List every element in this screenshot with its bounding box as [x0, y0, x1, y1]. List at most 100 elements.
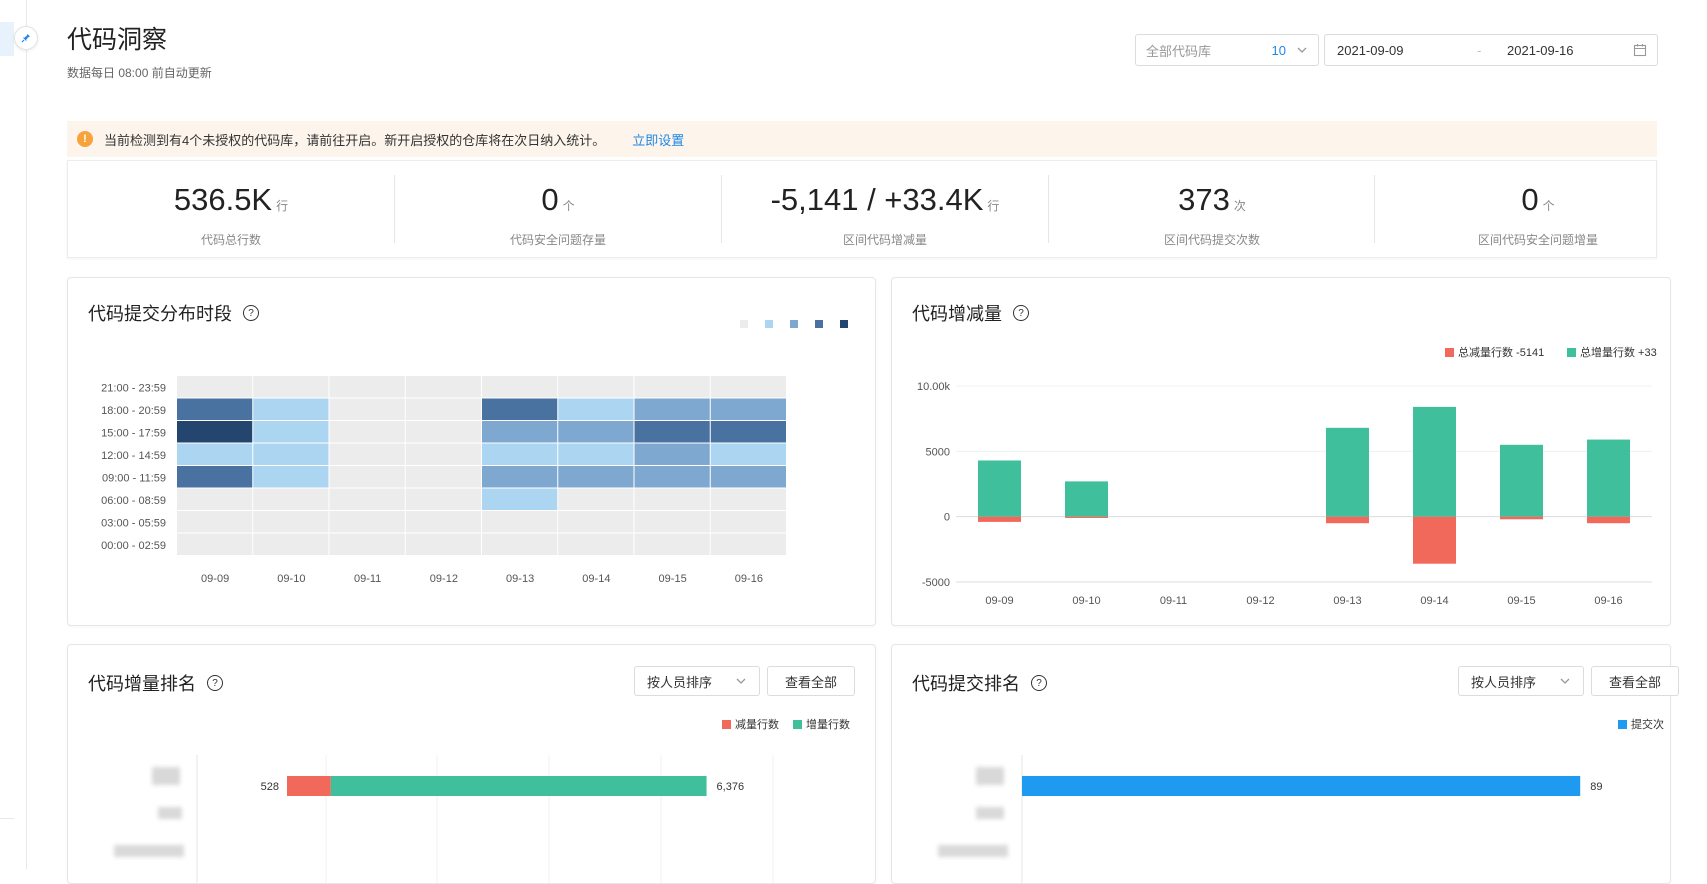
x-tick-label: 09-15 — [659, 573, 687, 585]
heatmap-cell — [253, 533, 329, 555]
x-tick-label: 09-14 — [1420, 595, 1448, 607]
kpi-total-lines: 536.5K 行 代码总行数 — [68, 161, 394, 257]
heatmap-cell — [482, 443, 558, 465]
warning-icon: ! — [77, 131, 93, 147]
heatmap-cell — [253, 488, 329, 510]
heatmap-cell — [710, 421, 786, 443]
heatmap-cell — [253, 511, 329, 533]
heatmap-cell — [634, 398, 710, 420]
increase-data-label: 6,376 — [717, 781, 745, 793]
heatmap-cell — [634, 421, 710, 443]
y-tick-label: 21:00 - 23:59 — [101, 382, 166, 394]
page-title: 代码洞察 — [67, 26, 168, 54]
heatmap-cell — [253, 376, 329, 398]
kpi-label: 区间代码安全问题增量 — [1477, 233, 1598, 247]
heatmap-cell — [558, 443, 634, 465]
increase-bar — [978, 460, 1021, 517]
heatmap-cell — [634, 511, 710, 533]
kpi-value: 536.5K — [173, 182, 273, 217]
heatmap-cell — [329, 398, 405, 420]
y-tick-label: 5000 — [926, 446, 950, 458]
heatmap-cell — [405, 398, 481, 420]
heatmap-cell — [329, 421, 405, 443]
alert-banner: ! 当前检测到有4个未授权的代码库，请前往开启。新开启授权的仓库将在次日纳入统计… — [67, 121, 1657, 157]
y-tick-label: 06:00 - 08:59 — [101, 495, 166, 507]
repo-select[interactable]: 全部代码库 10 — [1135, 34, 1319, 66]
change-bar-chart: 10.00k 5000 0 -5000 09-09 09-10 09-11 09-12 09-1… — [917, 381, 1652, 607]
heatmap-cell — [710, 443, 786, 465]
calendar-icon[interactable] — [1633, 43, 1647, 57]
x-tick-label: 09-16 — [735, 573, 763, 585]
kpi-label: 代码总行数 — [200, 233, 261, 247]
heatmap-cell — [482, 533, 558, 555]
heatmap-cell — [634, 466, 710, 488]
kpi-value: 0 — [1521, 182, 1539, 217]
decrease-data-label: 528 — [261, 781, 279, 793]
commit-time-distribution-card: 代码提交分布时段 ? 21:00 - 23:59 18:00 - 20:59 15:… — [67, 277, 876, 626]
heatmap-cell — [482, 398, 558, 420]
date-end[interactable]: 2021-09-16 — [1507, 43, 1633, 58]
heatmap-cell — [405, 488, 481, 510]
x-tick-label: 09-13 — [1333, 595, 1361, 607]
heatmap-legend-swatch — [740, 320, 748, 328]
heatmap-cell — [634, 443, 710, 465]
date-start[interactable]: 2021-09-09 — [1337, 43, 1477, 58]
heatmap-cell — [482, 421, 558, 443]
heatmap-cell — [329, 443, 405, 465]
heatmap-cell — [329, 533, 405, 555]
decrease-bar — [1500, 516, 1543, 520]
increase-ranking-chart: 528 6,376 — [196, 755, 774, 883]
rail-active-indicator — [0, 22, 14, 56]
increase-bar — [1500, 444, 1543, 517]
heatmap-cell — [482, 466, 558, 488]
pin-button[interactable] — [14, 26, 38, 50]
heatmap-cell — [253, 421, 329, 443]
heatmap-cell — [177, 466, 253, 488]
x-tick-label: 09-15 — [1507, 595, 1535, 607]
x-tick-label: 09-10 — [277, 573, 305, 585]
heatmap-chart: 21:00 - 23:59 18:00 - 20:59 15:00 - 17:59 1… — [101, 320, 848, 585]
setup-now-link[interactable]: 立即设置 — [632, 130, 684, 149]
heatmap-cell — [253, 443, 329, 465]
date-range-picker[interactable]: 2021-09-09 - 2021-09-16 — [1324, 34, 1658, 66]
heatmap-legend-swatch — [840, 320, 848, 328]
heatmap-cell — [558, 466, 634, 488]
heatmap-cell — [405, 421, 481, 443]
decrease-bar — [978, 516, 1021, 522]
y-tick-label: -5000 — [922, 577, 950, 589]
increase-bar — [1587, 439, 1630, 517]
left-rail — [0, 0, 27, 869]
kpi-value: 373 — [1178, 182, 1230, 217]
heatmap-cell — [710, 466, 786, 488]
kpi-label: 代码安全问题存量 — [509, 233, 606, 247]
kpi-security-increase: 0个 区间代码安全问题增量 — [1375, 161, 1701, 257]
heatmap-cell — [558, 421, 634, 443]
kpi-security-issues: 0个 代码安全问题存量 — [395, 161, 721, 257]
heatmap-cell — [710, 488, 786, 510]
y-tick-label: 00:00 - 02:59 — [101, 540, 166, 552]
increase-bar — [1413, 406, 1456, 517]
heatmap-cell — [558, 376, 634, 398]
heatmap-cell — [710, 511, 786, 533]
code-change-card: 代码增减量 ? 总减量行数 -5141 总增量行数 +33 10.00k 5000… — [891, 277, 1671, 626]
kpi-label: 区间代码增减量 — [842, 233, 927, 247]
x-tick-label: 09-16 — [1594, 595, 1622, 607]
kpi-line-change: -5,141 / +33.4K 行 区间代码增减量 — [722, 161, 1048, 257]
x-tick-label: 09-13 — [506, 573, 534, 585]
heatmap-legend-swatch — [765, 320, 773, 328]
kpi-summary-card: 536.5K 行 代码总行数 0个 代码安全问题存量 -5,141 / +33.4… — [67, 160, 1657, 258]
heatmap-cell — [253, 466, 329, 488]
kpi-commit-count: 373 次 区间代码提交次数 — [1049, 161, 1375, 257]
heatmap-cell — [405, 511, 481, 533]
heatmap-cell — [405, 443, 481, 465]
heatmap-cell — [177, 511, 253, 533]
kpi-label: 区间代码提交次数 — [1163, 233, 1260, 247]
x-tick-label: 09-11 — [354, 573, 381, 585]
increase-bar — [1065, 481, 1108, 517]
heatmap-cell — [558, 488, 634, 510]
heatmap-cell — [177, 533, 253, 555]
kpi-unit: 个 — [562, 199, 575, 213]
commit-ranking-card: 代码提交排名 ? 按人员排序 查看全部 提交次 89 — [891, 644, 1679, 884]
kpi-unit: 个 — [1542, 199, 1555, 213]
y-tick-label: 12:00 - 14:59 — [101, 450, 166, 462]
